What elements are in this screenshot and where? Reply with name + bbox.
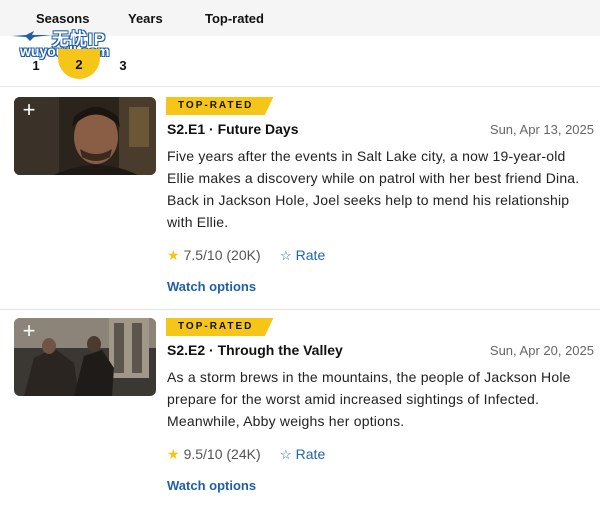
star-outline-icon: ☆ [280, 447, 292, 462]
episode-card: + TOP-RATED S2.E2 · Through the Valley S… [0, 318, 600, 503]
rating-row: ★ 9.5/10 (24K) ☆ Rate [167, 446, 325, 463]
watch-options-link[interactable]: Watch options [167, 478, 256, 493]
add-to-watchlist-plus-icon[interactable]: + [18, 99, 40, 122]
episode-title[interactable]: S2.E1 · Future Days [167, 121, 299, 137]
divider [0, 309, 600, 310]
episode-title[interactable]: S2.E2 · Through the Valley [167, 342, 343, 358]
rate-label: Rate [295, 446, 326, 462]
watch-options-link[interactable]: Watch options [167, 279, 256, 294]
add-to-watchlist-plus-icon[interactable]: + [18, 320, 40, 343]
rate-button[interactable]: ☆ Rate [280, 247, 325, 264]
episode-description: As a storm brews in the mountains, the p… [167, 369, 571, 429]
page-1-button[interactable]: 1 [30, 58, 42, 73]
top-rated-badge: TOP-RATED [166, 97, 274, 115]
tab-seasons[interactable]: Seasons [36, 11, 89, 26]
tab-years[interactable]: Years [128, 11, 163, 26]
star-filled-icon: ★ [167, 247, 180, 263]
season-pager: 1 2 3 [0, 49, 160, 79]
rate-label: Rate [295, 247, 326, 263]
rating-value: 7.5/10 (20K) [183, 247, 261, 263]
bird-logo-icon [12, 31, 52, 41]
episode-description: Five years after the events in Salt Lake… [167, 148, 580, 230]
page-2-button-selected[interactable]: 2 [58, 49, 100, 79]
top-rated-badge: TOP-RATED [166, 318, 274, 336]
page-3-button[interactable]: 3 [117, 58, 129, 73]
episode-card: + TOP-RATED S2.E1 · Future Days Sun, Apr… [0, 97, 600, 307]
rating-value: 9.5/10 (24K) [183, 446, 261, 462]
rate-button[interactable]: ☆ Rate [280, 446, 325, 463]
divider [0, 86, 600, 87]
air-date: Sun, Apr 13, 2025 [489, 122, 594, 137]
tab-top-rated[interactable]: Top-rated [205, 11, 264, 26]
air-date: Sun, Apr 20, 2025 [489, 343, 594, 358]
rating-row: ★ 7.5/10 (20K) ☆ Rate [167, 247, 325, 264]
star-filled-icon: ★ [167, 446, 180, 462]
star-outline-icon: ☆ [280, 248, 292, 263]
